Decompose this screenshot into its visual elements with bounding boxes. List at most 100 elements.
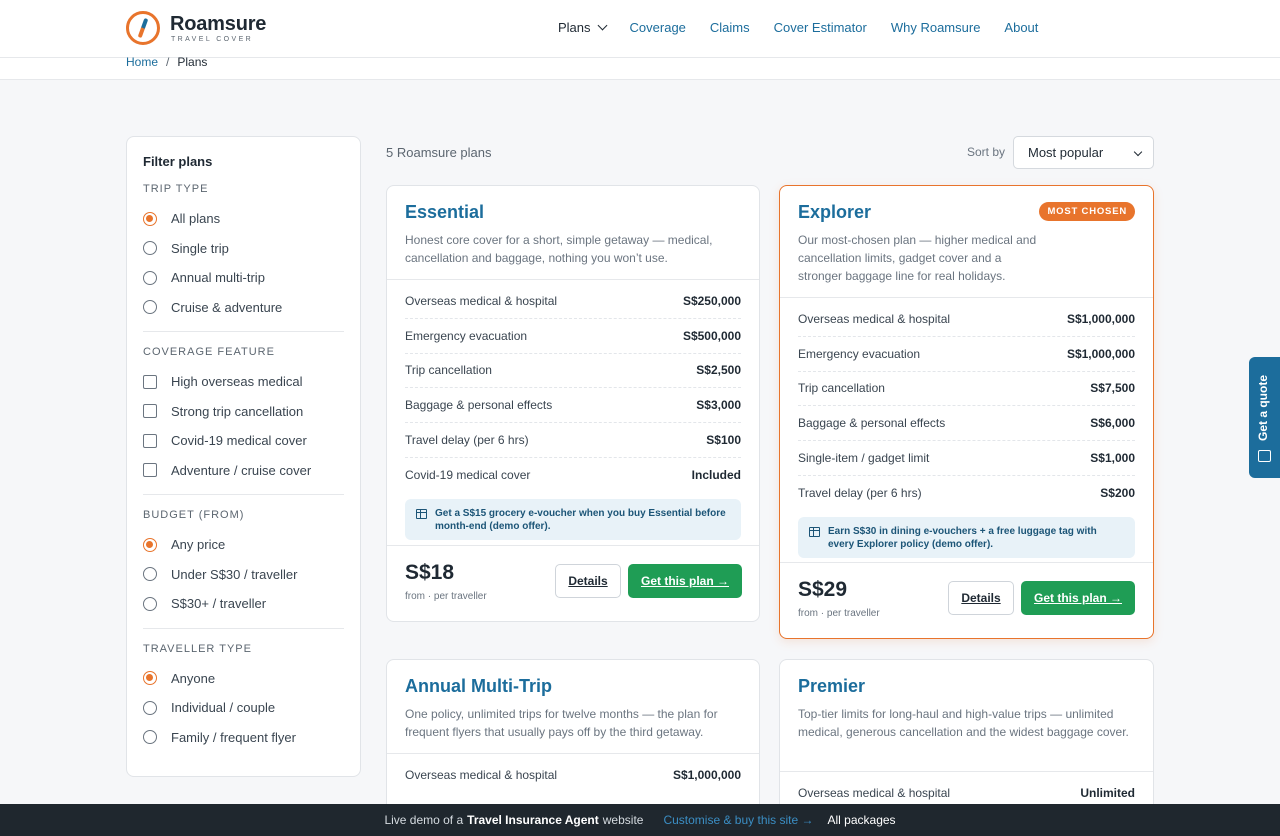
price-note: from · per traveller — [798, 608, 880, 619]
coverage-table: Overseas medical & hospital S$1,000,000 E… — [780, 298, 1153, 511]
site-header: Roamsure TRAVEL COVER Plans Coverage Cla… — [0, 0, 1280, 58]
details-button[interactable]: Details — [948, 581, 1014, 615]
demo-bottom-bar: Live demo of a Travel Insurance Agent we… — [0, 804, 1280, 836]
divider — [143, 627, 344, 629]
checkbox[interactable] — [143, 433, 157, 448]
plan-description: One policy, unlimited trips for twelve m… — [405, 707, 718, 739]
calculator-icon — [1258, 450, 1271, 462]
breadcrumb-separator: / — [166, 55, 170, 69]
radio[interactable] — [143, 270, 157, 285]
filter-option[interactable]: Any price — [143, 530, 344, 560]
coverage-row: Baggage & personal effects S$6,000 — [798, 406, 1135, 442]
get-plan-button[interactable]: Get this plan → — [1021, 581, 1135, 615]
filter-option[interactable]: Individual / couple — [143, 693, 344, 723]
coverage-row: Overseas medical & hospital S$1,000,000 — [405, 768, 741, 783]
filter-group-title: COVERAGE FEATURE — [143, 346, 275, 358]
nav-why-roamsure[interactable]: Why Roamsure — [891, 20, 981, 35]
most-chosen-badge: MOST CHOSEN — [1039, 202, 1135, 221]
chevron-down-icon — [597, 20, 607, 31]
plan-name: Premier — [798, 676, 866, 696]
filter-option[interactable]: S$30+ / traveller — [143, 589, 344, 619]
filter-group-title: BUDGET (FROM) — [143, 509, 245, 521]
breadcrumb: Home / Plans — [126, 55, 207, 69]
filter-option[interactable]: Under S$30 / traveller — [143, 560, 344, 590]
filter-option[interactable]: All plans — [143, 204, 344, 234]
plan-description: Our most-chosen plan — higher medical an… — [798, 233, 1037, 283]
filter-option[interactable]: Single trip — [143, 234, 344, 264]
checkbox[interactable] — [143, 463, 157, 478]
plan-name: Annual Multi-Trip — [405, 676, 552, 696]
demo-suffix: website — [602, 813, 644, 827]
divider — [143, 331, 344, 332]
breadcrumb-current: Plans — [177, 55, 208, 69]
radio-selected[interactable] — [143, 211, 157, 226]
card-footer: S$18 from · per traveller Details Get th… — [387, 545, 759, 621]
all-packages-link[interactable]: All packages — [828, 813, 896, 827]
coverage-row: Travel delay (per 6 hrs) S$100 — [405, 423, 741, 458]
price-note: from · per traveller — [405, 591, 487, 602]
checkbox[interactable] — [143, 404, 157, 419]
filter-option[interactable]: Adventure / cruise cover — [143, 456, 344, 486]
get-plan-button[interactable]: Get this plan → — [628, 564, 742, 598]
card-footer: S$29 from · per traveller Details Get th… — [780, 562, 1153, 638]
radio-selected[interactable] — [143, 671, 157, 686]
filter-option[interactable]: Covid-19 medical cover — [143, 426, 344, 456]
filter-group-title: TRIP TYPE — [143, 183, 209, 195]
radio[interactable] — [143, 567, 157, 582]
promo-offer: Get a S$15 grocery e-voucher when you bu… — [405, 498, 741, 540]
radio[interactable] — [143, 241, 157, 256]
customise-link[interactable]: Customise & buy this site → — [663, 813, 813, 827]
main-nav: Plans Coverage Claims Cover Estimator Wh… — [558, 20, 1062, 35]
coverage-row: Emergency evacuation S$1,000,000 — [798, 337, 1135, 372]
brand-name: Roamsure — [170, 13, 267, 35]
coverage-table: Overseas medical & hospital S$1,000,000 — [387, 754, 759, 793]
results-count: 5 Roamsure plans — [386, 145, 492, 160]
compass-icon — [126, 11, 160, 45]
radio[interactable] — [143, 700, 157, 715]
sort-select[interactable]: Most popular — [1013, 136, 1154, 169]
chevron-down-icon — [1133, 147, 1143, 157]
radio[interactable] — [143, 300, 157, 315]
coverage-row: Overseas medical & hospital S$1,000,000 — [798, 302, 1135, 337]
plan-card-annual-multi-trip: Annual Multi-Trip One policy, unlimited … — [386, 659, 760, 819]
filter-option[interactable]: Family / frequent flyer — [143, 723, 344, 753]
coverage-row: Emergency evacuation S$500,000 — [405, 319, 741, 354]
plan-card-premier: Premier Top-tier limits for long-haul an… — [779, 659, 1154, 819]
plan-card-explorer: Explorer MOST CHOSEN Our most-chosen pla… — [779, 185, 1154, 639]
filter-group-title: TRAVELLER TYPE — [143, 642, 252, 655]
radio-selected[interactable] — [143, 537, 157, 552]
details-button[interactable]: Details — [555, 564, 621, 598]
brand-tagline: TRAVEL COVER — [171, 36, 254, 43]
divider — [143, 494, 344, 495]
coverage-row: Trip cancellation S$7,500 — [798, 372, 1135, 407]
quote-tab-label: Get a quote — [1256, 374, 1270, 441]
brand-logo[interactable]: Roamsure TRAVEL COVER — [126, 11, 266, 45]
filter-option[interactable]: Strong trip cancellation — [143, 397, 344, 427]
get-a-quote-tab[interactable]: Get a quote — [1249, 357, 1280, 478]
plan-name: Essential — [405, 202, 485, 222]
demo-site-name: Travel Insurance Agent — [467, 813, 599, 827]
radio[interactable] — [143, 730, 157, 745]
coverage-row: Single-item / gadget limit S$1,000 — [798, 441, 1135, 476]
filter-title: Filter plans — [143, 154, 213, 169]
coverage-row: Trip cancellation S$2,500 — [405, 354, 741, 389]
coverage-row: Overseas medical & hospital S$250,000 — [405, 284, 741, 319]
coverage-row: Baggage & personal effects S$3,000 — [405, 388, 741, 424]
radio[interactable] — [143, 596, 157, 611]
nav-cover-estimator[interactable]: Cover Estimator — [774, 20, 867, 35]
nav-coverage[interactable]: Coverage — [630, 20, 686, 35]
filter-option[interactable]: Cruise & adventure — [143, 293, 344, 323]
plan-description: Top-tier limits for long-haul and high-v… — [798, 707, 1129, 739]
nav-plans[interactable]: Plans — [558, 20, 607, 35]
plan-price: S$29 — [798, 578, 848, 601]
nav-about[interactable]: About — [1004, 20, 1038, 35]
filter-option[interactable]: High overseas medical — [143, 367, 344, 397]
nav-claims[interactable]: Claims — [710, 20, 750, 35]
coverage-row: Travel delay (per 6 hrs) S$200 — [798, 486, 1135, 501]
filter-sidebar: Filter plans TRIP TYPE All plans Single … — [126, 136, 361, 777]
filter-option[interactable]: Annual multi-trip — [143, 263, 344, 293]
breadcrumb-home[interactable]: Home — [126, 55, 158, 69]
checkbox[interactable] — [143, 374, 157, 389]
promo-offer: Earn S$30 in dining e-vouchers + a free … — [798, 516, 1135, 558]
filter-option[interactable]: Anyone — [143, 664, 344, 694]
